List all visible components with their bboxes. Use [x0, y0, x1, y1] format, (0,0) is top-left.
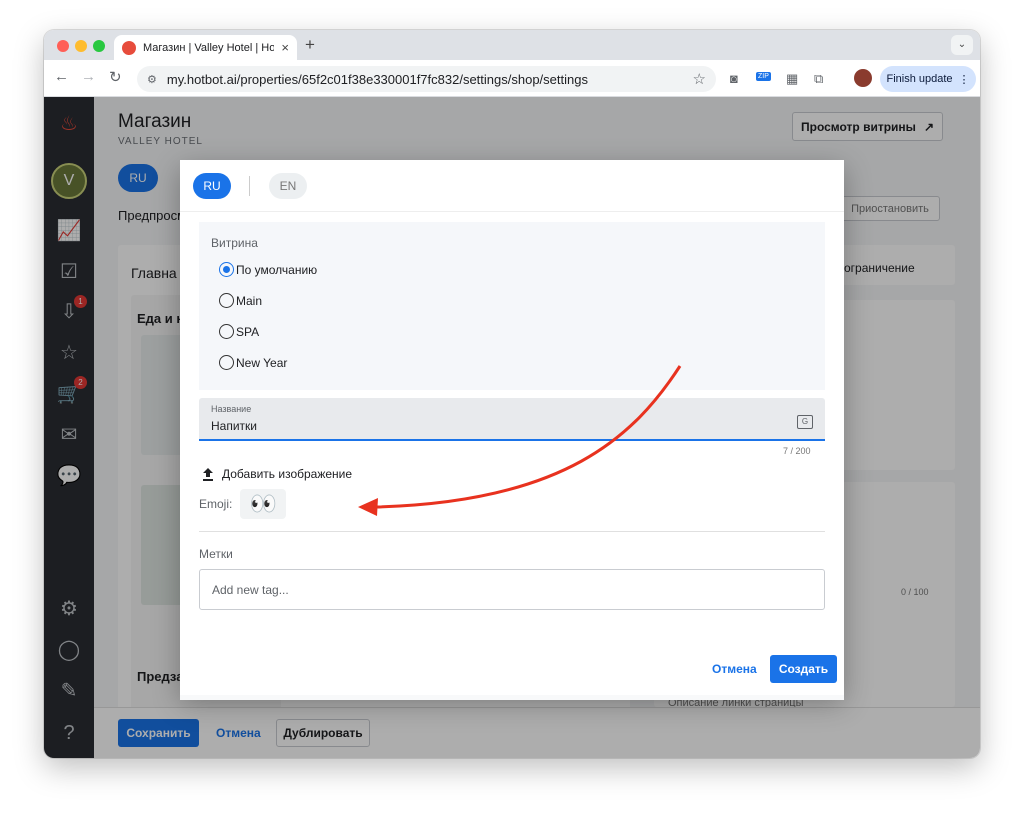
emoji-picker[interactable]: 👀: [240, 489, 287, 519]
emoji-label: Emoji:: [199, 497, 233, 511]
showcase-option-default[interactable]: По умолчанию: [219, 262, 317, 277]
finish-update-label: Finish update: [886, 73, 953, 85]
extensions-puzzle-icon[interactable]: ⧉: [814, 71, 823, 87]
section-divider: [199, 531, 825, 532]
qr-code-extension-icon[interactable]: ▦: [786, 71, 798, 87]
dialog-create-button[interactable]: Создать: [770, 655, 837, 683]
name-char-counter: 7 / 200: [783, 446, 811, 456]
new-tab-button[interactable]: +: [305, 35, 315, 55]
forward-icon[interactable]: →: [81, 68, 96, 85]
url-text: my.hotbot.ai/properties/65f2c01f38e33000…: [166, 71, 588, 87]
category-dialog: RU EN Витрина По умолчанию Main SPA New …: [180, 160, 844, 700]
tab-bar: Магазин | Valley Hotel | Hotbot × + ⌄: [44, 30, 980, 60]
tags-label: Метки: [199, 547, 233, 561]
back-icon[interactable]: ←: [54, 68, 69, 85]
dialog-header: RU EN: [180, 160, 844, 212]
tags-input[interactable]: Add new tag...: [199, 569, 825, 610]
emoji-row: Emoji: 👀: [199, 489, 287, 519]
tab-title: Магазин | Valley Hotel | Hotbot: [143, 41, 275, 54]
browser-tab[interactable]: Магазин | Valley Hotel | Hotbot ×: [114, 35, 297, 60]
finish-update-button[interactable]: Finish update ⋮: [880, 66, 976, 92]
showcase-option-new-year[interactable]: New Year: [219, 355, 287, 370]
camera-extension-icon[interactable]: ◙: [730, 71, 738, 86]
lang-en-tab[interactable]: EN: [269, 173, 307, 199]
zip-extension-icon[interactable]: ZIP: [756, 72, 771, 81]
minimize-window-button[interactable]: [75, 40, 87, 52]
reload-icon[interactable]: ↻: [109, 68, 122, 86]
more-menu-icon: ⋮: [958, 73, 970, 86]
browser-window: Магазин | Valley Hotel | Hotbot × + ⌄ ← …: [44, 30, 980, 758]
add-image-label: Добавить изображение: [222, 467, 353, 481]
upload-icon: [203, 467, 213, 481]
browser-toolbar: ← → ↻ ⚙ my.hotbot.ai/properties/65f2c01f…: [44, 60, 980, 97]
name-field-label: Название: [211, 404, 252, 414]
name-field-value: Напитки: [211, 419, 257, 433]
add-image-button[interactable]: Добавить изображение: [202, 467, 352, 481]
showcase-group: Витрина По умолчанию Main SPA New Year: [199, 222, 825, 390]
profile-avatar[interactable]: [854, 69, 872, 87]
translate-icon[interactable]: G: [797, 415, 813, 429]
address-bar[interactable]: ⚙ my.hotbot.ai/properties/65f2c01f38e330…: [137, 66, 716, 92]
radio-unselected-icon: [219, 355, 234, 370]
tab-search-button[interactable]: ⌄: [951, 35, 973, 55]
radio-selected-icon: [219, 262, 234, 277]
lang-ru-tab[interactable]: RU: [193, 173, 231, 199]
radio-unselected-icon: [219, 324, 234, 339]
radio-unselected-icon: [219, 293, 234, 308]
showcase-label: Витрина: [211, 236, 258, 250]
app-page: ♨ V 📈 ☑ ⇩ 1 ☆ 🛒 2 ✉ 💬 ⚙ ◯ ✎ ? Магазин VA…: [44, 97, 980, 758]
site-settings-icon[interactable]: ⚙: [147, 73, 157, 86]
name-field[interactable]: Название Напитки G: [199, 398, 825, 441]
maximize-window-button[interactable]: [93, 40, 105, 52]
showcase-option-spa[interactable]: SPA: [219, 324, 259, 339]
showcase-option-label: New Year: [236, 355, 288, 370]
hotbot-favicon-icon: [122, 40, 136, 55]
showcase-option-label: По умолчанию: [236, 262, 318, 277]
showcase-option-label: SPA: [236, 324, 260, 339]
tab-close-icon[interactable]: ×: [281, 40, 289, 55]
close-window-button[interactable]: [57, 40, 69, 52]
showcase-option-label: Main: [236, 293, 263, 308]
showcase-option-main[interactable]: Main: [219, 293, 262, 308]
lang-separator: [249, 176, 250, 196]
dialog-cancel-button[interactable]: Отмена: [712, 662, 757, 676]
bookmark-star-icon[interactable]: ☆: [693, 70, 706, 88]
